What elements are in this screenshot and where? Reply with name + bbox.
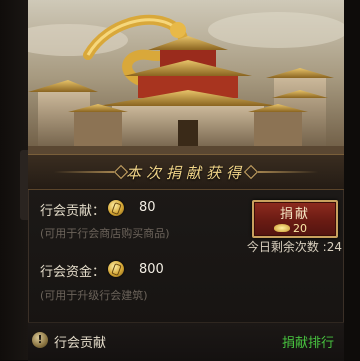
palace-scene-image — [28, 0, 344, 154]
funds-coin-icon — [108, 261, 124, 277]
reward-banner: 本次捐献获得 — [28, 154, 344, 190]
banner-ornament-right — [258, 171, 318, 173]
right-frame — [344, 0, 360, 360]
donate-button[interactable]: 捐献 20 — [252, 200, 338, 238]
donate-button-label: 捐献 — [279, 207, 310, 222]
remaining-count: 今日剩余次数 :24 — [246, 240, 342, 254]
help-icon[interactable]: ! — [32, 332, 48, 348]
footer-contribution-label: 行会贡献 — [54, 336, 107, 351]
contribution-label: 行会贡献： — [40, 204, 106, 219]
contribution-hint: (可用于行会商店购买商品) — [40, 227, 170, 240]
contribution-coin-icon — [108, 200, 124, 216]
footer-bar: ! 行会贡献 捐献排行 — [28, 322, 344, 361]
donate-cost: 20 — [274, 221, 336, 235]
funds-label: 行会资金： — [40, 265, 106, 280]
funds-value: 800 — [139, 262, 164, 277]
contribution-value: 80 — [139, 200, 156, 215]
donation-ranking-link[interactable]: 捐献排行 — [282, 332, 334, 351]
gold-ingot-icon — [274, 224, 290, 232]
donation-panel: 本次捐献获得 行会贡献： 80 (可用于行会商店购买商品) 行会资金： 800 … — [28, 0, 344, 361]
funds-hint: (可用于升级行会建筑) — [40, 289, 148, 302]
frame-notch — [20, 150, 28, 220]
left-frame — [0, 0, 28, 360]
donate-cost-value: 20 — [293, 221, 307, 235]
